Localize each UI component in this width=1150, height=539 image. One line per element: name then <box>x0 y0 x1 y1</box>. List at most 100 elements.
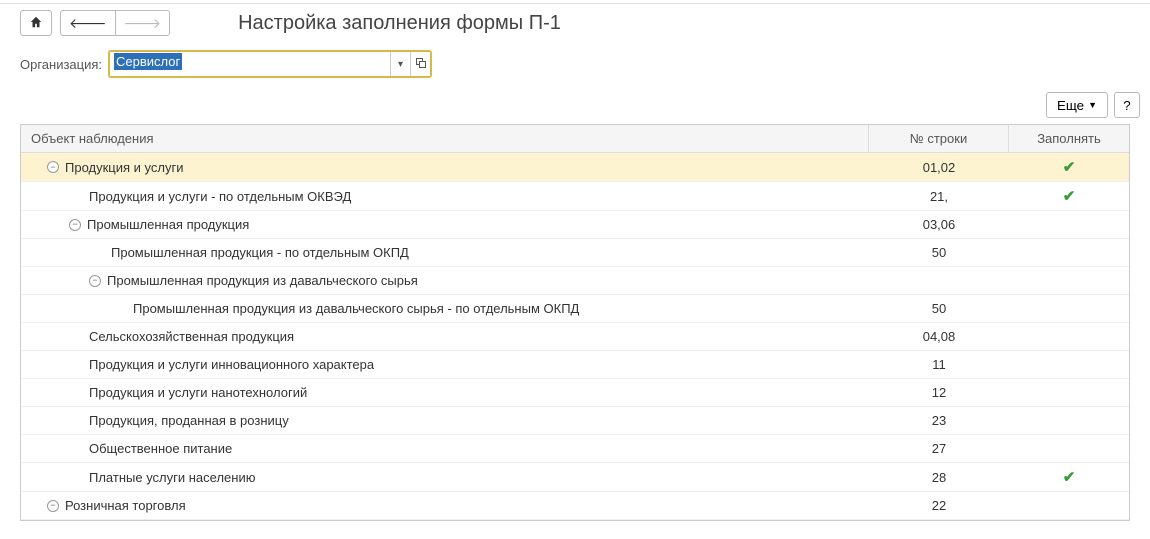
home-icon <box>29 15 43 32</box>
tree-toggle-icon[interactable]: − <box>69 219 81 231</box>
row-name-cell: Общественное питание <box>21 436 869 461</box>
row-label: Продукция и услуги нанотехнологий <box>89 385 307 400</box>
row-num-cell: 22 <box>869 493 1009 518</box>
tree-toggle-icon[interactable]: − <box>47 500 59 512</box>
row-num-cell: 11 <box>869 352 1009 377</box>
grid-body: −Продукция и услуги01,02✔Продукция и усл… <box>21 153 1129 520</box>
row-fill-cell[interactable] <box>1009 416 1129 426</box>
org-field[interactable]: Сервислог ▾ <box>108 50 432 78</box>
help-button[interactable]: ? <box>1114 92 1140 118</box>
row-fill-cell[interactable]: ✔ <box>1009 182 1129 210</box>
row-label: Промышленная продукция из давальческого … <box>133 301 579 316</box>
check-icon: ✔ <box>1063 188 1076 205</box>
row-num-cell: 04,08 <box>869 324 1009 349</box>
table-row[interactable]: −Продукция и услуги01,02✔ <box>21 153 1129 182</box>
row-fill-cell[interactable]: ✔ <box>1009 463 1129 491</box>
row-fill-cell[interactable] <box>1009 444 1129 454</box>
table-row[interactable]: Продукция, проданная в розницу23 <box>21 407 1129 435</box>
more-button[interactable]: Еще ▼ <box>1046 92 1108 118</box>
table-row[interactable]: Сельскохозяйственная продукция 04,08 <box>21 323 1129 351</box>
row-label: Промышленная продукция <box>87 217 249 232</box>
row-fill-cell[interactable] <box>1009 304 1129 314</box>
table-row[interactable]: Продукция и услуги нанотехнологий 12 <box>21 379 1129 407</box>
row-name-cell: −Промышленная продукция из давальческого… <box>21 268 869 293</box>
table-row[interactable]: Общественное питание 27 <box>21 435 1129 463</box>
chevron-down-icon: ▼ <box>1088 100 1097 110</box>
arrow-right-icon: 🡒 <box>124 15 162 32</box>
table-row[interactable]: −Промышленная продукция из давальческого… <box>21 267 1129 295</box>
row-name-cell: −Промышленная продукция <box>21 212 869 237</box>
row-fill-cell[interactable] <box>1009 332 1129 342</box>
table-row[interactable]: −Розничная торговля22 <box>21 492 1129 520</box>
row-num-cell: 21, <box>869 184 1009 209</box>
table-row[interactable]: Продукция и услуги - по отдельным ОКВЭД 2… <box>21 182 1129 211</box>
row-fill-cell[interactable] <box>1009 248 1129 258</box>
forward-button[interactable]: 🡒 <box>115 10 171 36</box>
row-name-cell: −Розничная торговля <box>21 493 869 518</box>
row-label: Продукция и услуги - по отдельным ОКВЭД <box>89 189 351 204</box>
row-num-cell: 27 <box>869 436 1009 461</box>
row-label: Продукция и услуги <box>65 160 183 175</box>
org-input[interactable]: Сервислог <box>110 52 390 76</box>
row-num-cell: 28 <box>869 465 1009 490</box>
table-row[interactable]: Платные услуги населению 28 ✔ <box>21 463 1129 492</box>
row-name-cell: Промышленная продукция из давальческого … <box>21 296 869 321</box>
row-name-cell: Платные услуги населению <box>21 465 869 490</box>
more-label: Еще <box>1057 98 1084 113</box>
row-label: Промышленная продукция из давальческого … <box>107 273 418 288</box>
row-name-cell: Промышленная продукция - по отдельным ОК… <box>21 240 869 265</box>
nav-group: 🡐 🡒 <box>60 10 170 36</box>
home-button[interactable] <box>20 10 52 36</box>
row-label: Сельскохозяйственная продукция <box>89 329 294 344</box>
row-name-cell: Продукция и услуги инновационного характ… <box>21 352 869 377</box>
arrow-left-icon: 🡐 <box>69 15 107 32</box>
table-row[interactable]: Продукция и услуги инновационного характ… <box>21 351 1129 379</box>
row-fill-cell[interactable] <box>1009 501 1129 511</box>
tree-toggle-icon[interactable]: − <box>89 275 101 287</box>
row-label: Промышленная продукция - по отдельным ОК… <box>111 245 409 260</box>
header-fill[interactable]: Заполнять <box>1009 125 1129 152</box>
row-fill-cell[interactable] <box>1009 276 1129 286</box>
row-label: Продукция и услуги инновационного характ… <box>89 357 374 372</box>
row-num-cell <box>869 276 1009 286</box>
org-dropdown-button[interactable]: ▾ <box>390 52 410 76</box>
row-num-cell: 23 <box>869 408 1009 433</box>
row-label: Общественное питание <box>89 441 232 456</box>
org-open-button[interactable] <box>410 52 430 76</box>
open-icon <box>416 58 426 71</box>
header-name[interactable]: Объект наблюдения <box>21 125 869 152</box>
table-row[interactable]: Промышленная продукция - по отдельным ОК… <box>21 239 1129 267</box>
page-title: Настройка заполнения формы П-1 <box>238 12 561 35</box>
row-name-cell: Продукция и услуги - по отдельным ОКВЭД <box>21 184 869 209</box>
row-name-cell: Сельскохозяйственная продукция <box>21 324 869 349</box>
grid-header: Объект наблюдения № строки Заполнять <box>21 125 1129 153</box>
row-fill-cell[interactable]: ✔ <box>1009 153 1129 181</box>
row-num-cell: 50 <box>869 296 1009 321</box>
row-fill-cell[interactable] <box>1009 220 1129 230</box>
row-num-cell: 03,06 <box>869 212 1009 237</box>
table-row[interactable]: −Промышленная продукция03,06 <box>21 211 1129 239</box>
org-label: Организация: <box>20 57 102 72</box>
check-icon: ✔ <box>1063 469 1076 486</box>
header-num[interactable]: № строки <box>869 125 1009 152</box>
table-row[interactable]: Промышленная продукция из давальческого … <box>21 295 1129 323</box>
row-name-cell: Продукция и услуги нанотехнологий <box>21 380 869 405</box>
row-num-cell: 01,02 <box>869 155 1009 180</box>
chevron-down-icon: ▾ <box>398 59 403 70</box>
row-name-cell: −Продукция и услуги <box>21 155 869 180</box>
row-fill-cell[interactable] <box>1009 388 1129 398</box>
row-label: Розничная торговля <box>65 498 186 513</box>
back-button[interactable]: 🡐 <box>60 10 115 36</box>
org-row: Организация: Сервислог ▾ <box>0 42 1150 86</box>
grid: Объект наблюдения № строки Заполнять −Пр… <box>20 124 1130 521</box>
tree-toggle-icon[interactable]: − <box>47 161 59 173</box>
check-icon: ✔ <box>1063 159 1076 176</box>
org-value: Сервислог <box>114 53 182 70</box>
row-fill-cell[interactable] <box>1009 360 1129 370</box>
help-label: ? <box>1123 98 1130 113</box>
row-label: Платные услуги населению <box>89 470 255 485</box>
row-num-cell: 50 <box>869 240 1009 265</box>
row-num-cell: 12 <box>869 380 1009 405</box>
actions-row: Еще ▼ ? <box>0 86 1150 124</box>
row-name-cell: Продукция, проданная в розницу <box>21 408 869 433</box>
